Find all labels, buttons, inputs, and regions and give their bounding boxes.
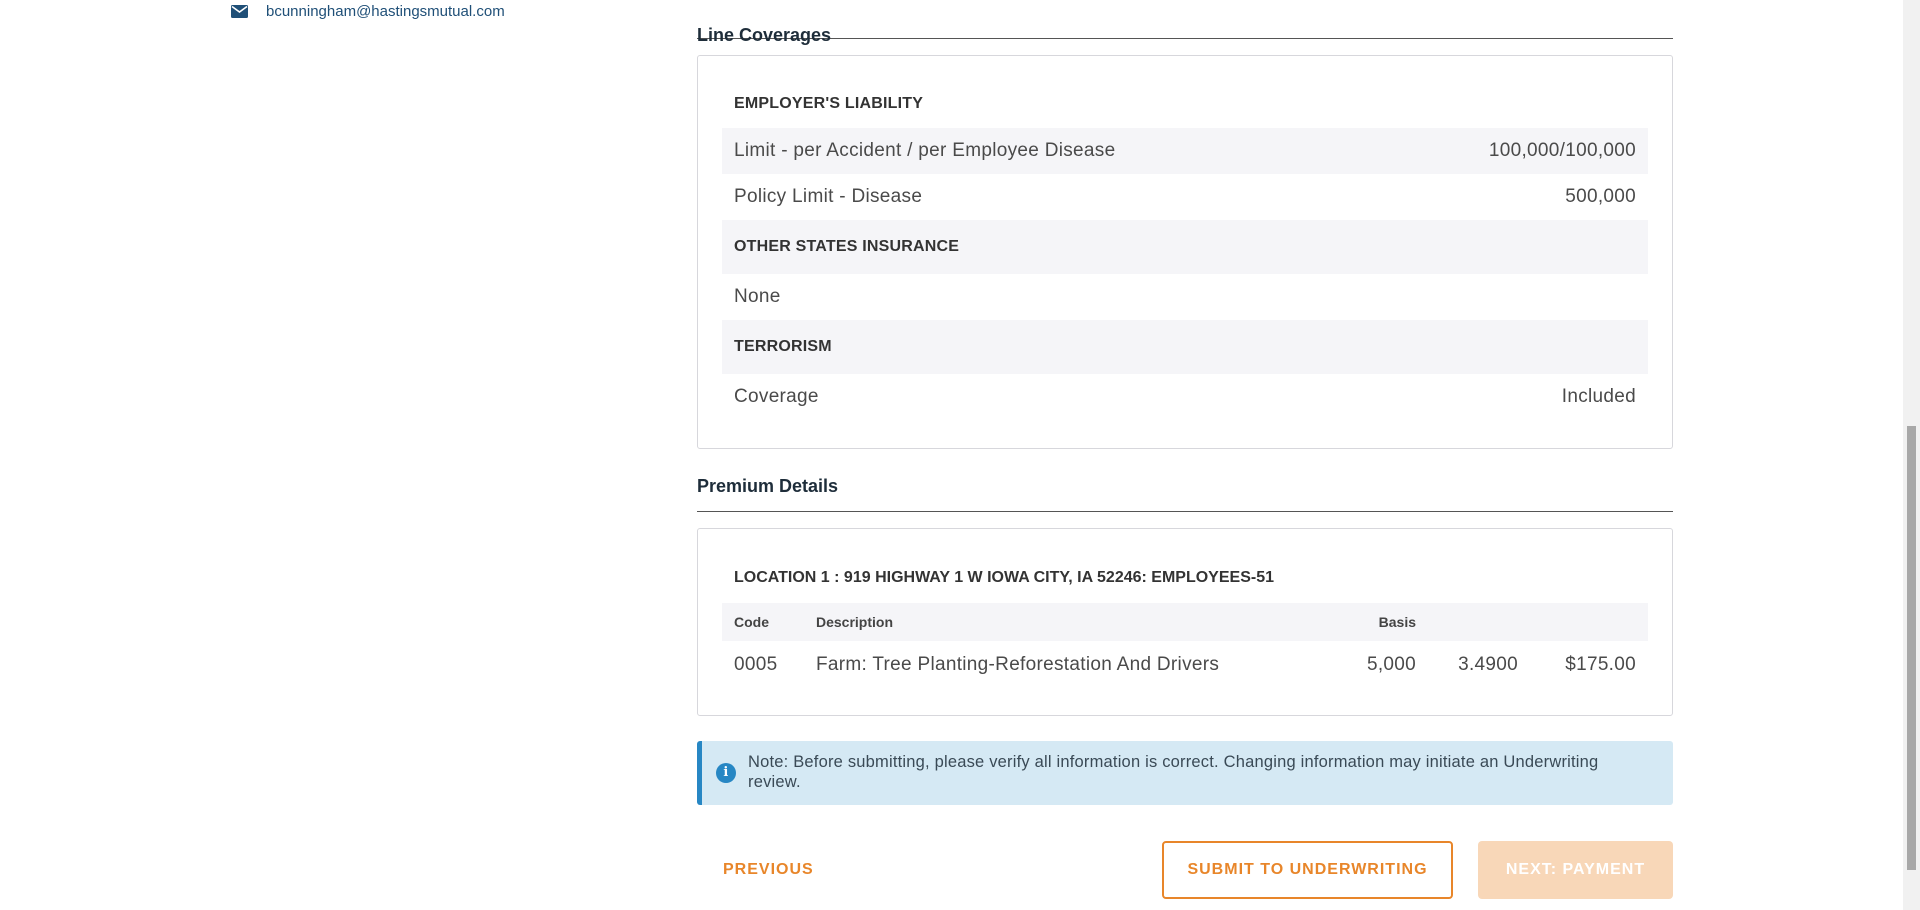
contact-email-link[interactable]: bcunningham@hastingsmutual.com [231, 3, 505, 20]
cell-code: 0005 [734, 654, 778, 675]
coverage-value: Included [1561, 386, 1636, 407]
terrorism-heading: TERRORISM [722, 320, 1648, 374]
scrollbar-thumb[interactable] [1907, 426, 1916, 870]
cell-rate: 3.4900 [1458, 654, 1518, 675]
previous-button[interactable]: PREVIOUS [723, 855, 814, 885]
column-header-premium [1530, 603, 1648, 641]
column-header-code: Code [722, 603, 804, 641]
line-coverages-title: Line Coverages [697, 25, 832, 45]
cell-basis: 5,000 [1366, 654, 1416, 675]
employers-liability-heading: EMPLOYER'S LIABILITY [734, 95, 924, 112]
coverage-row: Limit - per Accident / per Employee Dise… [722, 128, 1648, 174]
table-row: 0005 Farm: Tree Planting-Reforestation A… [722, 641, 1648, 689]
other-states-heading: OTHER STATES INSURANCE [722, 220, 1648, 274]
envelope-icon [231, 5, 248, 18]
next-payment-button[interactable]: NEXT: PAYMENT [1478, 841, 1673, 899]
note-text: Note: Before submitting, please verify a… [748, 753, 1599, 791]
premium-details-card: LOCATION 1 : 919 HIGHWAY 1 W IOWA CITY, … [697, 528, 1673, 716]
coverage-value: 100,000/100,000 [1488, 140, 1636, 161]
column-header-basis: Basis [1324, 603, 1428, 641]
coverage-label: Limit - per Accident / per Employee Dise… [734, 140, 1116, 161]
submit-to-underwriting-button[interactable]: SUBMIT TO UNDERWRITING [1162, 841, 1453, 899]
coverage-row: Coverage Included [722, 374, 1648, 420]
cell-description: Farm: Tree Planting-Reforestation And Dr… [816, 654, 1220, 675]
column-header-description: Description [804, 603, 1324, 641]
column-header-rate [1428, 603, 1530, 641]
info-icon: i [716, 763, 736, 783]
action-bar: PREVIOUS SUBMIT TO UNDERWRITING NEXT: PA… [697, 841, 1673, 905]
coverage-value: None [734, 286, 781, 307]
vertical-scrollbar[interactable] [1903, 0, 1920, 910]
line-coverages-card: EMPLOYER'S LIABILITY Limit - per Acciden… [697, 55, 1673, 449]
section-divider [697, 511, 1673, 512]
verification-note: i Note: Before submitting, please verify… [697, 741, 1673, 805]
coverage-row: Policy Limit - Disease 500,000 [722, 174, 1648, 220]
table-header-row: Code Description Basis [722, 603, 1648, 641]
cell-premium: $175.00 [1565, 654, 1636, 675]
location-title: LOCATION 1 : 919 HIGHWAY 1 W IOWA CITY, … [734, 569, 1274, 586]
contact-email-text[interactable]: bcunningham@hastingsmutual.com [266, 3, 505, 20]
main-content: Line Coverages EMPLOYER'S LIABILITY Limi… [697, 0, 1673, 905]
coverage-value: 500,000 [1565, 186, 1636, 207]
coverage-label: Coverage [734, 386, 819, 407]
coverage-label: Policy Limit - Disease [734, 186, 923, 207]
coverage-row: None [722, 274, 1648, 320]
premium-table: Code Description Basis 0005 Farm: Tree P… [722, 603, 1648, 689]
section-divider [697, 38, 1673, 39]
premium-details-title: Premium Details [697, 476, 839, 496]
